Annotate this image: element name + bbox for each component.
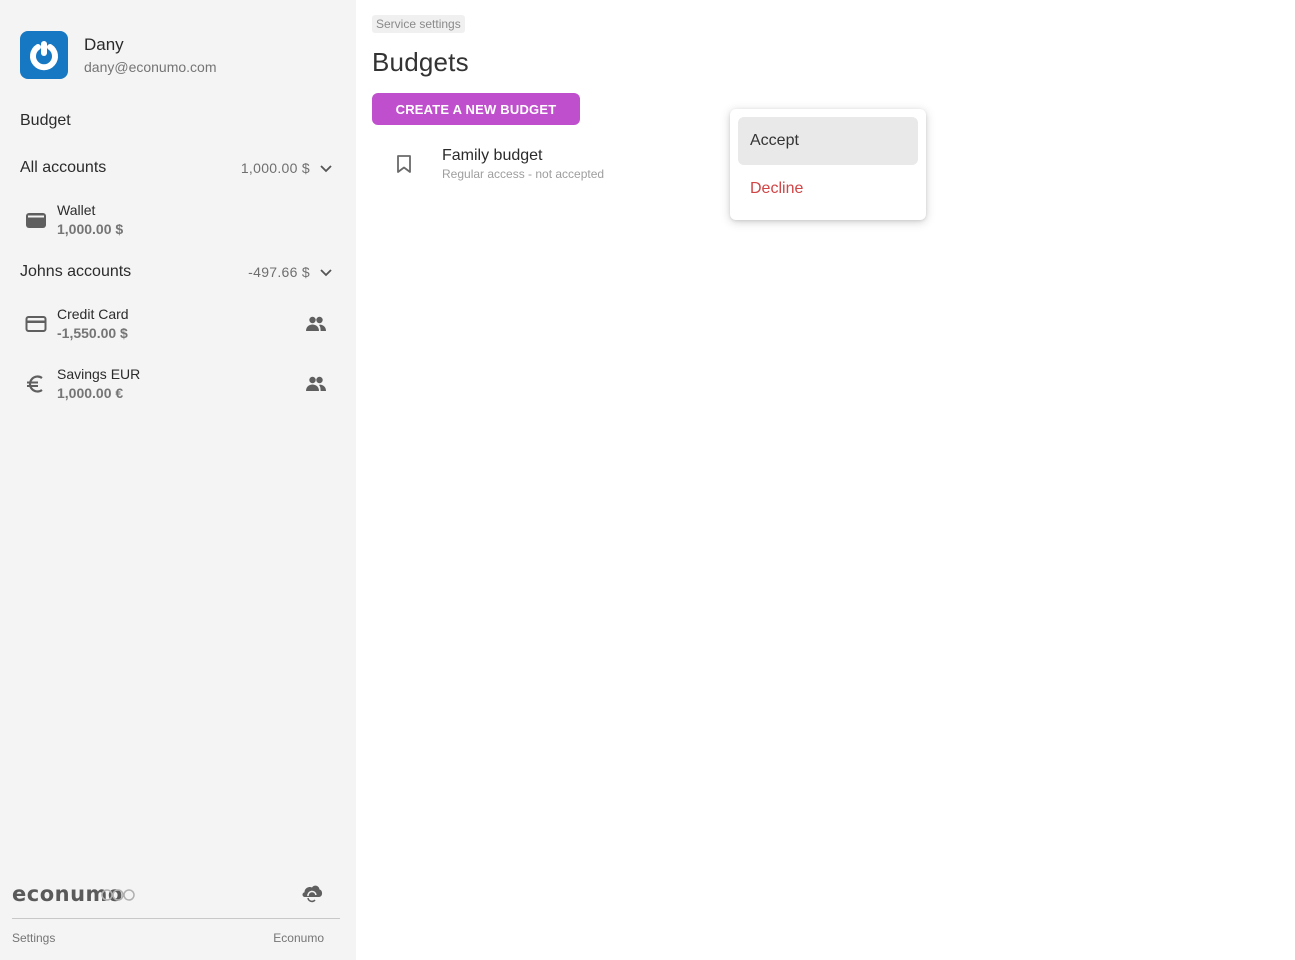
econumo-logo: econumo [12, 882, 136, 906]
account-credit-card[interactable]: Credit Card -1,550.00 $ [24, 304, 336, 344]
account-name: Wallet [57, 202, 96, 218]
user-name: Dany [84, 34, 124, 54]
logo-text: econumo [12, 882, 123, 906]
shared-people-icon [306, 316, 326, 331]
page-title: Budgets [372, 47, 469, 77]
budget-context-menu: Accept Decline [730, 109, 926, 220]
sidebar: Dany dany@econumo.com Budget All account… [0, 0, 356, 960]
group-title: All accounts [20, 159, 107, 176]
avatar [20, 31, 68, 79]
create-budget-button[interactable]: CREATE A NEW BUDGET [372, 93, 580, 125]
account-group-all-accounts[interactable]: All accounts 1,000.00 $ [20, 156, 336, 180]
footer-econumo-link[interactable]: Econumo [273, 931, 324, 945]
shared-people-icon [306, 376, 326, 391]
group-total: -497.66 $ [248, 264, 310, 280]
menu-item-accept[interactable]: Accept [738, 117, 918, 165]
budget-access-status: Regular access - not accepted [442, 167, 605, 181]
breadcrumb-service-settings[interactable]: Service settings [372, 15, 465, 33]
budget-name: Family budget [442, 147, 543, 164]
chevron-down-icon[interactable] [318, 160, 334, 176]
account-group-johns-accounts[interactable]: Johns accounts -497.66 $ [20, 260, 336, 284]
footer-divider [12, 918, 340, 919]
cloud-sync-icon[interactable] [300, 881, 324, 905]
account-wallet[interactable]: Wallet 1,000.00 $ [24, 200, 336, 240]
budget-list-item[interactable]: Family budget Regular access - not accep… [392, 146, 604, 182]
euro-icon [24, 372, 48, 396]
account-name: Savings EUR [57, 366, 141, 382]
sidebar-item-budget[interactable]: Budget [20, 112, 71, 130]
account-savings-eur[interactable]: Savings EUR 1,000.00 € [24, 364, 336, 404]
account-balance: -1,550.00 $ [57, 325, 128, 341]
footer-settings-link[interactable]: Settings [12, 931, 55, 945]
credit-card-icon [24, 312, 48, 336]
wallet-icon [24, 208, 48, 232]
power-logo-icon [30, 41, 58, 71]
account-balance: 1,000.00 $ [57, 221, 124, 237]
account-name: Credit Card [57, 306, 129, 322]
user-email: dany@econumo.com [84, 58, 217, 75]
group-title: Johns accounts [20, 263, 132, 280]
menu-item-decline[interactable]: Decline [738, 165, 918, 213]
account-balance: 1,000.00 € [57, 385, 124, 401]
bookmark-icon [397, 155, 411, 173]
group-total: 1,000.00 $ [240, 160, 310, 176]
user-profile[interactable]: Dany dany@econumo.com [20, 31, 217, 79]
chevron-down-icon[interactable] [318, 264, 334, 280]
app: Dany dany@econumo.com Budget All account… [0, 0, 1295, 960]
